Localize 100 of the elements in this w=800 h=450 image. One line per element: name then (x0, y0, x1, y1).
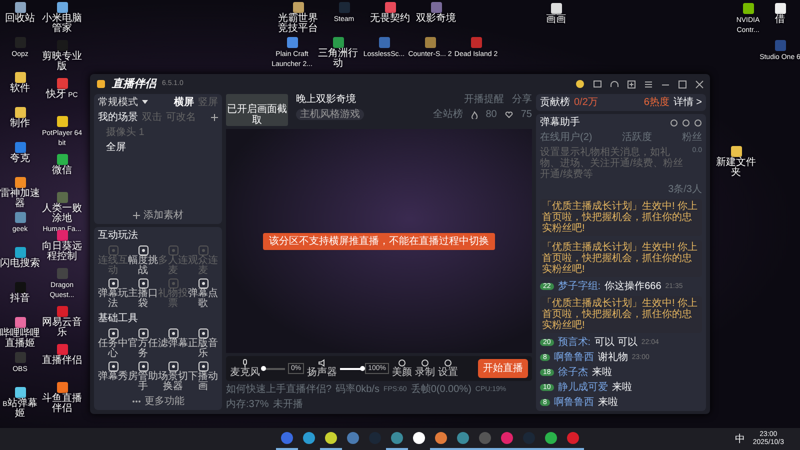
app-icon[interactable] (14, 177, 26, 188)
feature-item[interactable]: 官方任务 (128, 328, 158, 359)
app-title: 直播伴侣 (112, 78, 156, 90)
icon-label[interactable]: 光霸世界竞技平台 (276, 14, 320, 34)
icon-label[interactable]: 小米电脑管家 (40, 14, 84, 34)
scene-item[interactable]: 全屏 (98, 142, 218, 153)
volume-slider-thumb[interactable] (261, 366, 266, 370)
heart-icon (504, 111, 513, 118)
icon-label[interactable]: 制作 (10, 119, 30, 130)
icon-label[interactable]: 剪映专业版 (40, 52, 84, 72)
icon-label[interactable]: 画画 (546, 15, 566, 26)
app-icon[interactable] (56, 116, 68, 127)
add-source-button[interactable]: 添加素材 (144, 210, 184, 221)
action-button[interactable]: 录制 (415, 359, 436, 378)
icon-label[interactable]: 无畏契约 (370, 14, 410, 24)
icon-label[interactable]: 抖音 (10, 294, 30, 304)
category-tag[interactable]: 主机风格游戏 (296, 109, 364, 120)
feature-item[interactable]: 下播动画 (188, 361, 218, 392)
audio-label: 麦克风 (230, 367, 260, 378)
chat-text: 你这操作666 (604, 281, 662, 292)
app-icon[interactable] (14, 247, 26, 258)
entry-text: 来啦 (598, 397, 618, 408)
add-icon[interactable] (211, 114, 218, 121)
ime-indicator[interactable]: 中 (734, 434, 745, 444)
icon-label[interactable]: 微信 (52, 166, 72, 176)
icon-label[interactable]: 向日葵远程控制 (40, 242, 84, 262)
icon-label[interactable]: 新建文件夹 (714, 158, 758, 178)
logo-icon (96, 79, 106, 89)
user-name[interactable]: 啊鲁鲁西 (554, 397, 594, 408)
speaker-icon (318, 359, 326, 367)
start-live-button[interactable]: 开始直播 (478, 359, 528, 378)
app-icon[interactable] (14, 387, 26, 398)
app-icon[interactable] (56, 154, 68, 165)
feature-item[interactable]: 主播口袋 (128, 278, 158, 309)
chat-icon[interactable] (593, 80, 602, 88)
app-icon[interactable] (14, 317, 26, 328)
app-icon[interactable] (292, 2, 304, 13)
icon-label[interactable]: 夸克 (10, 154, 30, 164)
app-icon[interactable] (56, 382, 68, 393)
add-icon[interactable] (132, 212, 140, 219)
mode-dropdown[interactable]: 常规模式 (98, 97, 138, 108)
app-icon[interactable] (742, 3, 754, 14)
icon-label[interactable]: 软件 (10, 84, 30, 94)
caret-icon[interactable] (142, 100, 148, 105)
feature-item[interactable]: 弹幕点歌 (188, 278, 218, 309)
tip-text: 设置显示礼物相关消息，如礼物、进场、关注开通/续费、粉丝开通/续费等 (540, 147, 684, 180)
user-name[interactable]: 徐子杰 (558, 367, 588, 378)
app-icon[interactable] (774, 3, 786, 14)
user-name[interactable]: 静儿成可爱 (558, 382, 608, 393)
user-name[interactable]: 梦子字组: (558, 281, 601, 292)
action-button[interactable]: 美颜 (392, 359, 412, 378)
close-icon[interactable] (695, 80, 704, 88)
icon-label[interactable]: 回收站 (5, 14, 35, 24)
user-name[interactable]: 预言术: (558, 337, 591, 348)
headset-icon[interactable] (610, 80, 619, 88)
app-icon[interactable] (550, 3, 562, 14)
feature-item[interactable]: 场景切换器 (158, 361, 188, 392)
feature-icon (108, 328, 118, 339)
feature-icon (168, 278, 178, 289)
plus-icon[interactable] (627, 80, 636, 88)
feature-item[interactable]: 房管助手 (128, 361, 158, 392)
icon-label[interactable]: 闪电搜索 (0, 259, 40, 270)
badge-icon[interactable] (575, 79, 585, 89)
icon-label[interactable]: 三角洲行动 (316, 49, 360, 70)
user-name[interactable]: 啊鲁鲁西 (554, 352, 594, 363)
more-button[interactable]: 更多功能 (144, 396, 184, 407)
status-text: 未开播 (272, 399, 303, 410)
icon-label[interactable]: 网易云音乐 (40, 318, 84, 338)
app-icon[interactable] (56, 2, 68, 13)
feature-icon (198, 328, 208, 339)
feature-item[interactable]: 弹幕玩法 (98, 278, 128, 309)
more-icon[interactable] (132, 400, 140, 403)
orientation-tab[interactable]: 横屏 (174, 97, 194, 108)
feature-item[interactable]: 幅度挑战 (128, 245, 158, 276)
volume-slider-thumb[interactable] (360, 366, 366, 370)
icon-label[interactable]: 雷神加速器 (0, 189, 42, 210)
maximize-icon[interactable] (678, 80, 687, 88)
action-button[interactable]: 设置 (438, 359, 458, 378)
icon-label[interactable]: 双影奇境 (416, 14, 456, 24)
feature-item[interactable]: 滤弹幕 (158, 328, 188, 359)
fan-count: 75 (520, 109, 532, 120)
app-icon[interactable] (14, 72, 26, 83)
icon-label[interactable]: 哔哩哔哩直播姬 (0, 329, 42, 350)
feature-item[interactable]: 任务中心 (98, 328, 128, 359)
feature-icon (108, 361, 118, 372)
details-link[interactable]: 详情 > (673, 97, 702, 108)
app-icon[interactable] (14, 107, 26, 118)
app-icon[interactable] (730, 146, 742, 157)
feature-item[interactable]: 弹幕秀 (98, 361, 128, 392)
icon-label[interactable]: 斗鱼直播伴侣 (40, 394, 84, 414)
menu-icon[interactable] (644, 80, 653, 88)
feature-item[interactable]: 正版音乐 (188, 328, 218, 359)
microphone-icon (241, 359, 249, 367)
hint-text: 双击 (142, 112, 162, 123)
flame-icon (470, 110, 478, 118)
app-icon[interactable] (14, 2, 26, 13)
icon-label[interactable]: 借 (775, 15, 785, 26)
chat-text: 谢礼物 (598, 352, 628, 363)
icon-label[interactable]: 直播伴侣 (42, 356, 82, 366)
stream-title[interactable]: 晚上双影奇境 (296, 94, 364, 105)
